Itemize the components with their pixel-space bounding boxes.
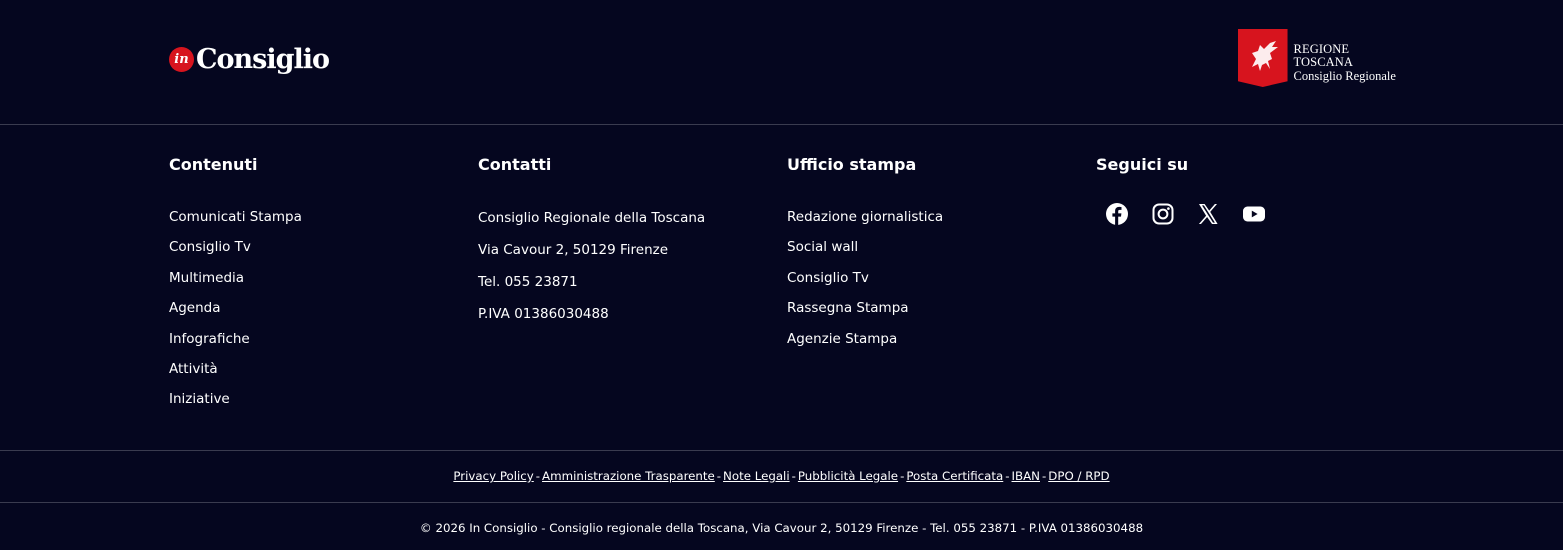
separator: - bbox=[900, 469, 905, 483]
contact-vat: P.IVA 01386030488 bbox=[478, 306, 609, 322]
privacy-policy-link[interactable]: Privacy Policy bbox=[453, 469, 533, 483]
contact-organization: Consiglio Regionale della Toscana bbox=[478, 210, 706, 226]
region-name: REGIONE TOSCANA bbox=[1293, 42, 1354, 69]
social-links bbox=[1105, 202, 1287, 226]
link-infografiche[interactable]: Infografiche bbox=[169, 331, 250, 347]
column-contatti: Contatti Consiglio Regionale della Tosca… bbox=[478, 154, 705, 330]
divider bbox=[0, 124, 1563, 125]
column-seguici: Seguici su bbox=[1096, 154, 1287, 226]
link-comunicati-stampa[interactable]: Comunicati Stampa bbox=[169, 209, 302, 225]
note-legali-link[interactable]: Note Legali bbox=[723, 469, 790, 483]
amministrazione-trasparente-link[interactable]: Amministrazione Trasparente bbox=[542, 469, 715, 483]
dpo-rpd-link[interactable]: DPO / RPD bbox=[1048, 469, 1109, 483]
column-title: Contenuti bbox=[169, 155, 258, 174]
copyright-text: © 2026 In Consiglio - Consiglio regional… bbox=[419, 521, 1144, 535]
column-title: Contatti bbox=[478, 155, 552, 174]
link-social-wall[interactable]: Social wall bbox=[787, 239, 858, 255]
youtube-icon[interactable] bbox=[1242, 202, 1266, 226]
separator: - bbox=[535, 469, 541, 483]
region-subtitle: Consiglio Regionale bbox=[1293, 69, 1396, 83]
pegasus-shield-icon bbox=[1238, 29, 1288, 87]
in-consiglio-logo[interactable]: in Consiglio bbox=[169, 40, 330, 78]
iban-link[interactable]: IBAN bbox=[1012, 469, 1040, 483]
column-contenuti: Contenuti Comunicati Stampa Consiglio Tv… bbox=[169, 154, 302, 415]
separator: - bbox=[1041, 469, 1047, 483]
column-title: Seguici su bbox=[1096, 155, 1189, 174]
link-redazione-giornalistica[interactable]: Redazione giornalistica bbox=[787, 209, 943, 225]
contact-phone: Tel. 055 23871 bbox=[478, 274, 578, 290]
brand-name: Consiglio bbox=[196, 43, 330, 75]
link-agenzie-stampa[interactable]: Agenzie Stampa bbox=[787, 331, 897, 347]
column-title: Ufficio stampa bbox=[787, 155, 917, 174]
separator: - bbox=[791, 469, 796, 483]
legal-links: Privacy Policy - Amministrazione Trasparen… bbox=[0, 466, 1563, 486]
instagram-icon[interactable] bbox=[1151, 202, 1175, 226]
link-rassegna-stampa[interactable]: Rassegna Stampa bbox=[787, 300, 909, 316]
link-multimedia[interactable]: Multimedia bbox=[169, 270, 244, 286]
facebook-icon[interactable] bbox=[1105, 202, 1129, 226]
link-consiglio-tv[interactable]: Consiglio Tv bbox=[787, 270, 869, 286]
posta-certificata-link[interactable]: Posta Certificata bbox=[906, 469, 1003, 483]
brand-badge: in bbox=[169, 46, 194, 72]
contact-address: Via Cavour 2, 50129 Firenze bbox=[478, 242, 669, 258]
regione-toscana-logo[interactable]: REGIONE TOSCANA Consiglio Regionale bbox=[1238, 29, 1406, 89]
pubblicita-legale-link[interactable]: Pubblicità Legale bbox=[798, 469, 898, 483]
footer-header: in Consiglio REGIONE TOSCANA Consiglio R… bbox=[0, 0, 1563, 124]
x-icon[interactable] bbox=[1196, 202, 1220, 226]
region-text: REGIONE TOSCANA Consiglio Regionale bbox=[1294, 43, 1406, 89]
separator: - bbox=[1005, 469, 1010, 483]
separator: - bbox=[716, 469, 722, 483]
column-ufficio-stampa: Ufficio stampa Redazione giornalistica S… bbox=[787, 154, 943, 354]
divider bbox=[0, 502, 1563, 503]
link-consiglio-tv[interactable]: Consiglio Tv bbox=[169, 239, 251, 255]
link-iniziative[interactable]: Iniziative bbox=[169, 391, 230, 407]
link-attivita[interactable]: Attività bbox=[169, 361, 218, 377]
divider bbox=[0, 450, 1563, 451]
link-agenda[interactable]: Agenda bbox=[169, 300, 221, 316]
